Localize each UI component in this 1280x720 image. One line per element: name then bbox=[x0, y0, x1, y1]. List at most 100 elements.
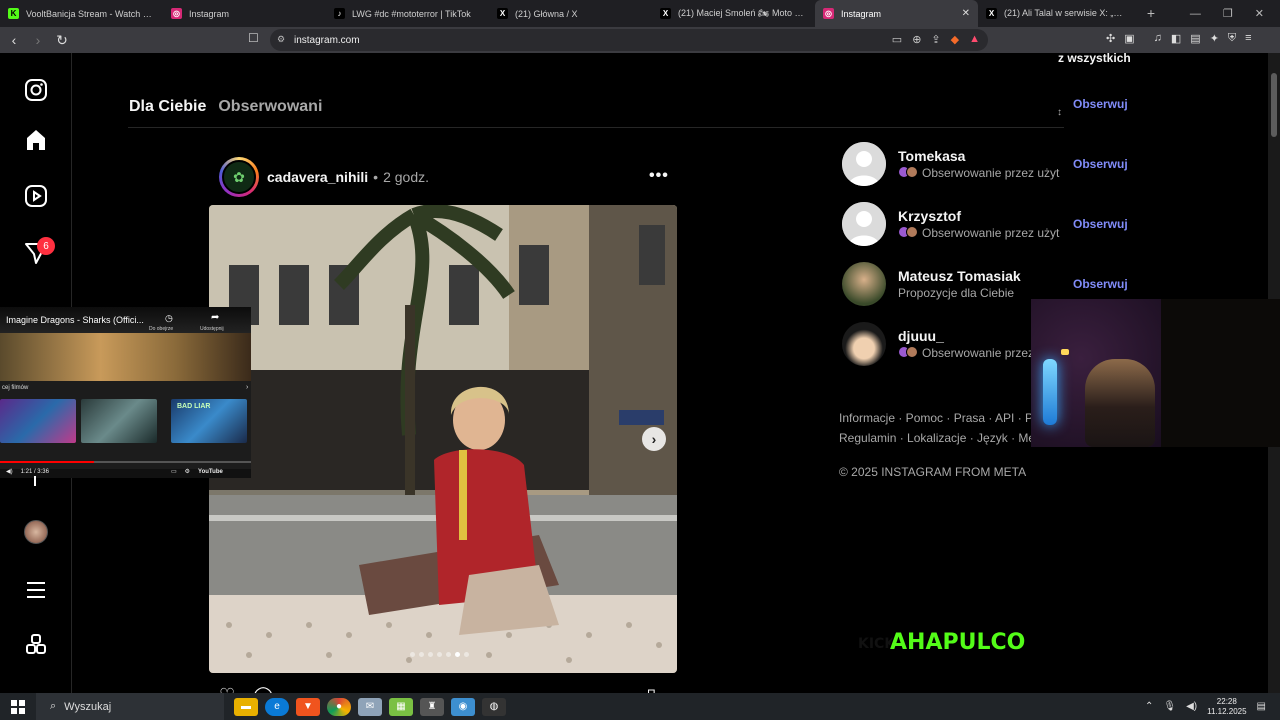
footer-links-line1[interactable]: Informacje · Pomoc · Prasa · API · Prac bbox=[839, 408, 1039, 428]
tab-following[interactable]: Obserwowani bbox=[218, 98, 322, 116]
screenshot-icon[interactable]: ▣ bbox=[1124, 32, 1134, 45]
follow-button[interactable]: Obserwuj bbox=[1073, 157, 1128, 171]
instagram-logo-icon[interactable] bbox=[24, 78, 48, 102]
thumbnail-title: BAD LIAR bbox=[177, 403, 211, 410]
youtube-video-title[interactable]: Imagine Dragons - Sharks (Offici... bbox=[6, 315, 144, 325]
follow-button[interactable]: Obserwuj bbox=[1073, 277, 1128, 291]
obs-icon[interactable]: ◍ bbox=[482, 697, 506, 716]
address-bar[interactable]: ⚙ instagram.com ▭ ⊕ ⇪ ◆ ▲ bbox=[270, 29, 988, 51]
follow-button[interactable]: Obserwuj bbox=[1073, 217, 1128, 231]
reload-icon[interactable]: ↻ bbox=[52, 32, 72, 49]
brave-rewards-icon[interactable]: ▲ bbox=[969, 33, 980, 46]
sidebar-icon[interactable]: ◧ bbox=[1171, 32, 1181, 45]
youtube-progress-bar[interactable] bbox=[0, 461, 251, 463]
suggestion-name[interactable]: Tomekasa bbox=[898, 148, 1076, 164]
suggestion-avatar[interactable] bbox=[842, 262, 886, 306]
menu-icon[interactable]: ≡ bbox=[1245, 32, 1251, 45]
site-info-icon[interactable]: ⚙ bbox=[277, 34, 285, 45]
minimize-icon[interactable]: — bbox=[1190, 8, 1201, 20]
microphone-icon[interactable]: 🎙 bbox=[1163, 701, 1176, 712]
share-icon[interactable]: ⇪ bbox=[931, 33, 940, 46]
subtitles-icon[interactable]: ▭ bbox=[171, 468, 177, 475]
video-thumbnail[interactable]: vevo bbox=[81, 399, 157, 443]
browser-tab-title: (21) Główna / X bbox=[515, 8, 578, 19]
youtube-more-videos: cej filmów › vevo vevo BAD LIARvevo bbox=[0, 381, 251, 469]
share-video-label: Udostępnij bbox=[200, 326, 224, 332]
game-icon[interactable]: ♜ bbox=[420, 697, 444, 716]
suggestion-avatar[interactable] bbox=[842, 322, 886, 366]
brave-icon[interactable]: ▼ bbox=[296, 697, 320, 716]
chrome-icon[interactable]: ● bbox=[327, 697, 351, 716]
video-thumbnail[interactable]: BAD LIARvevo bbox=[171, 399, 247, 443]
youtube-miniplayer[interactable]: Imagine Dragons - Sharks (Offici... ◷ Do… bbox=[0, 307, 251, 478]
lava-lamp bbox=[1043, 359, 1057, 425]
home-icon[interactable] bbox=[24, 128, 48, 152]
tray-overflow-icon[interactable]: ⌃ bbox=[1145, 701, 1153, 712]
media-icon[interactable]: ♫ bbox=[1154, 32, 1162, 45]
tab-for-you[interactable]: Dla Ciebie bbox=[129, 98, 206, 116]
browser-tab[interactable]: ◎ Instagram bbox=[163, 0, 326, 27]
more-menu-icon[interactable] bbox=[24, 578, 48, 602]
reels-icon[interactable] bbox=[24, 184, 48, 208]
suggestion-avatar[interactable] bbox=[842, 142, 886, 186]
suggestion-avatar[interactable] bbox=[842, 202, 886, 246]
back-icon[interactable]: ‹ bbox=[4, 32, 24, 48]
brave-shield-icon[interactable]: ◆ bbox=[951, 33, 959, 46]
suggestions-header-fragment: z wszystkich bbox=[1058, 53, 1131, 65]
share-video-icon[interactable]: ➦ bbox=[211, 312, 219, 323]
follow-button[interactable]: Obserwuj bbox=[1073, 97, 1128, 111]
file-explorer-icon[interactable]: ▬ bbox=[234, 697, 258, 716]
comment-icon[interactable]: ◯ bbox=[253, 685, 273, 693]
scrollbar-thumb[interactable] bbox=[1271, 73, 1277, 137]
suggestion-name[interactable]: Mateusz Tomasiak bbox=[898, 268, 1076, 284]
new-tab-button[interactable]: + bbox=[1141, 5, 1161, 21]
carousel-next-button[interactable]: › bbox=[642, 427, 666, 451]
notifications-icon[interactable]: ▤ bbox=[1257, 701, 1266, 712]
windows-start-icon[interactable] bbox=[0, 699, 36, 714]
video-thumbnail[interactable]: vevo bbox=[0, 399, 76, 443]
volume-icon[interactable]: ◀) bbox=[6, 468, 13, 475]
reader-icon[interactable]: ▭ bbox=[892, 33, 902, 46]
close-window-icon[interactable]: ✕ bbox=[1255, 7, 1264, 20]
wallet-icon[interactable]: ▤ bbox=[1190, 32, 1200, 45]
browser-tab[interactable]: X (21) Główna / X bbox=[489, 0, 652, 27]
restore-icon[interactable]: ❐ bbox=[1223, 7, 1233, 20]
bookmark-icon[interactable]: ☐ bbox=[248, 31, 259, 45]
browser-tab[interactable]: ♪ LWG #dc #mototerror | TikTok bbox=[326, 0, 489, 27]
app-icon[interactable]: ✉ bbox=[358, 697, 382, 716]
profile-avatar[interactable] bbox=[24, 520, 48, 544]
extensions-icon[interactable]: ✣ bbox=[1106, 32, 1115, 45]
leo-icon[interactable]: ✦ bbox=[1210, 32, 1219, 45]
youtube-logo[interactable]: YouTube bbox=[198, 469, 223, 475]
post-author-avatar[interactable]: ✿ bbox=[219, 157, 259, 197]
taskbar-search[interactable]: ⌕ Wyszukaj bbox=[36, 693, 224, 720]
watch-later-icon[interactable]: ◷ bbox=[165, 313, 173, 324]
vpn-icon[interactable]: ⛨ bbox=[1228, 32, 1236, 45]
like-icon[interactable]: ♡ bbox=[219, 685, 235, 693]
youtube-video-frame[interactable] bbox=[0, 333, 251, 381]
browser-tab[interactable]: K VooltBanicja Stream - Watch Live bbox=[0, 0, 163, 27]
app-icon[interactable]: ◉ bbox=[451, 697, 475, 716]
text-cursor-icon bbox=[34, 476, 36, 486]
footer-links-line2[interactable]: Regulamin · Lokalizacje · Język · Meta bbox=[839, 428, 1039, 448]
post-options-icon[interactable]: ••• bbox=[649, 167, 669, 185]
post-image[interactable] bbox=[209, 205, 677, 673]
browser-tab[interactable]: X (21) Ali Talal w serwisie X: „😂😂😂 ( bbox=[978, 0, 1141, 27]
post-username[interactable]: cadavera_nihili bbox=[267, 169, 368, 185]
browser-tab[interactable]: ◎ Instagram ✕ bbox=[815, 0, 978, 27]
save-post-icon[interactable]: ▯ bbox=[646, 685, 656, 693]
close-tab-icon[interactable]: ✕ bbox=[962, 8, 970, 19]
app-icon[interactable]: ▦ bbox=[389, 697, 413, 716]
zoom-icon[interactable]: ⊕ bbox=[912, 33, 921, 46]
settings-icon[interactable]: ⚙ bbox=[185, 468, 190, 475]
suggestion-subtitle-text: Obserwowanie przez bbox=[922, 346, 1035, 360]
also-from-meta-icon[interactable] bbox=[24, 633, 48, 657]
taskbar-clock[interactable]: 22:28 11.12.2025 bbox=[1207, 697, 1246, 717]
forward-icon[interactable]: › bbox=[28, 32, 48, 48]
suggestion-name[interactable]: Krzysztof bbox=[898, 208, 1076, 224]
edge-icon[interactable]: e bbox=[265, 697, 289, 716]
browser-tab[interactable]: X (21) Maciej Smoleń 🏍 Moto w serwi bbox=[652, 0, 815, 27]
share-post-icon[interactable]: ▭ bbox=[291, 685, 308, 693]
more-videos-next-icon[interactable]: › bbox=[246, 384, 248, 391]
speaker-icon[interactable]: ◀) bbox=[1186, 701, 1197, 712]
